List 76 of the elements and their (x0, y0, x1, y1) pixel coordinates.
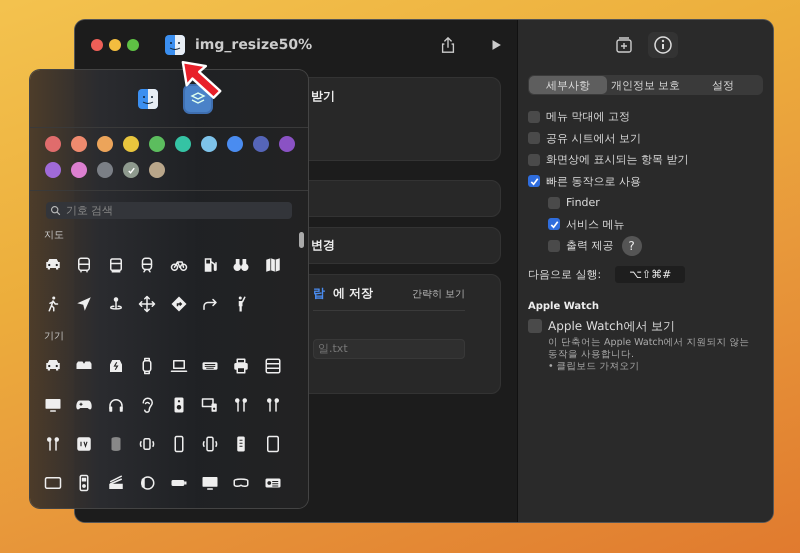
finder-face-icon[interactable] (165, 35, 185, 55)
desktop-speaker-icon[interactable] (200, 396, 219, 414)
headphones-icon[interactable] (106, 396, 125, 414)
laptop-icon[interactable] (170, 357, 188, 375)
color-swatch[interactable] (201, 136, 217, 152)
server-rack-icon[interactable] (264, 357, 282, 375)
checkbox[interactable] (548, 240, 560, 252)
move-arrows-icon[interactable] (138, 295, 156, 313)
monitor-icon[interactable] (44, 396, 62, 414)
section-heading: 지도 (44, 229, 64, 243)
direction-sign-icon[interactable] (170, 295, 188, 313)
search-field[interactable]: 기호 검색 (46, 202, 292, 219)
binoculars-icon[interactable] (232, 256, 250, 274)
location-arrow-icon[interactable] (75, 295, 94, 313)
section-heading: Apple Watch (528, 300, 600, 312)
info-tab[interactable] (648, 32, 678, 58)
action-title: 변경 (311, 237, 335, 254)
color-swatch[interactable] (97, 136, 113, 152)
map-icon[interactable] (264, 256, 282, 274)
segment-tab[interactable]: 세부사항 (529, 76, 607, 94)
checkbox[interactable] (528, 154, 540, 166)
tv-box-icon[interactable] (75, 435, 94, 453)
checkbox-label: 화면상에 표시되는 항목 받기 (546, 152, 688, 168)
zoom-button[interactable] (127, 39, 139, 51)
section-heading: 기기 (44, 330, 64, 344)
checkbox-label: Finder (566, 196, 600, 210)
color-swatch[interactable] (149, 136, 165, 152)
earbuds-icon[interactable] (44, 435, 62, 453)
action-title: 받기 (311, 88, 335, 105)
segment-tab[interactable]: 설정 (684, 76, 762, 94)
checkbox[interactable] (528, 319, 542, 334)
color-swatch[interactable] (149, 162, 165, 178)
window-title: img_resize50% (195, 37, 314, 53)
variable-token[interactable]: 랍 (313, 285, 325, 302)
color-swatch[interactable] (175, 136, 191, 152)
share-icon[interactable] (439, 36, 457, 54)
scanner-icon[interactable] (106, 474, 125, 492)
checkbox[interactable] (548, 218, 560, 230)
close-button[interactable] (91, 39, 103, 51)
color-swatch[interactable] (279, 136, 295, 152)
vibrating-watch-icon[interactable] (138, 435, 156, 453)
checkbox-label: Apple Watch에서 보기 (548, 318, 676, 335)
color-swatch[interactable] (45, 162, 61, 178)
monitor-icon[interactable] (200, 474, 219, 492)
color-swatch[interactable] (123, 162, 139, 178)
printer-icon[interactable] (232, 357, 250, 375)
checkbox[interactable] (528, 175, 540, 188)
color-swatch[interactable] (71, 162, 87, 178)
scrollbar-thumb[interactable] (299, 232, 304, 248)
checkbox-label: 메뉴 막대에 고정 (546, 109, 630, 124)
color-swatch[interactable] (253, 136, 269, 152)
checkbox[interactable] (548, 196, 560, 209)
checkbox[interactable] (528, 110, 540, 123)
tablet-icon[interactable] (44, 474, 62, 492)
note-text: 이 단축어는 Apple Watch에서 지원되지 않는 동작을 사용합니다. (547, 337, 751, 361)
checkbox-label: 출력 제공 (566, 238, 614, 254)
color-swatch[interactable] (97, 162, 113, 178)
color-swatch[interactable] (227, 136, 243, 152)
minimize-button[interactable] (109, 39, 121, 51)
color-swatch[interactable] (45, 136, 61, 152)
checkbox[interactable] (528, 132, 540, 144)
help-button[interactable]: ? (622, 236, 642, 256)
shortcut-label: 다음으로 실행: (528, 266, 602, 282)
color-swatch[interactable] (71, 136, 87, 152)
note-bullet: • 클립보드 가져오기 (547, 361, 641, 373)
checkbox-label: 서비스 메뉴 (566, 216, 624, 232)
action-title: 에 저장 (333, 285, 374, 302)
shortcut-field[interactable]: ⌥⇧⌘# (615, 266, 686, 282)
add-panel-icon[interactable] (614, 35, 634, 55)
search-icon (50, 205, 61, 216)
vibrating-phone-icon[interactable] (200, 435, 219, 453)
show-less-button[interactable]: 간략히 보기 (412, 286, 465, 300)
segment-tab[interactable]: 개인정보 보호 (606, 76, 684, 94)
checkbox-label: 공유 시트에서 보기 (546, 130, 641, 146)
color-swatch[interactable] (123, 136, 139, 152)
checkbox-label: 빠른 동작으로 사용 (546, 174, 641, 189)
